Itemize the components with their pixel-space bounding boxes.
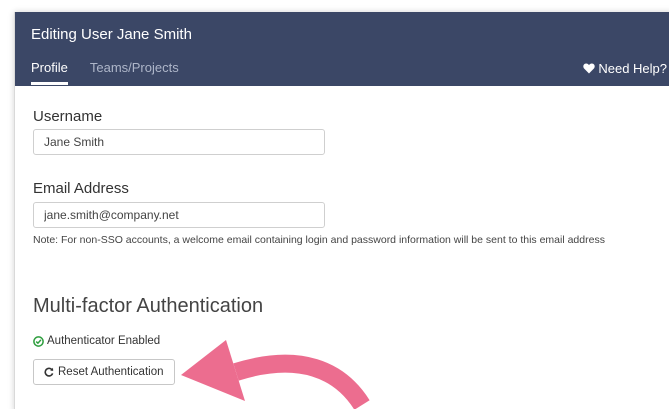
need-help-label: Need Help?: [598, 61, 667, 76]
mfa-status-label: Authenticator Enabled: [47, 335, 161, 347]
screen: Editing User Jane Smith Profile Teams/Pr…: [0, 0, 669, 409]
email-input[interactable]: [33, 202, 325, 228]
page-title: Editing User Jane Smith: [31, 26, 192, 43]
reset-authentication-label: Reset Authentication: [58, 366, 164, 378]
email-label: Email Address: [33, 180, 129, 197]
username-label: Username: [33, 108, 103, 125]
reset-authentication-button[interactable]: Reset Authentication: [33, 359, 175, 385]
panel-header: Editing User Jane Smith Profile Teams/Pr…: [15, 12, 669, 86]
heart-icon: [583, 63, 596, 74]
tab-profile[interactable]: Profile: [31, 60, 68, 85]
need-help-link[interactable]: Need Help?: [583, 61, 667, 76]
email-note: Note: For non-SSO accounts, a welcome em…: [33, 234, 605, 246]
username-input[interactable]: [33, 129, 325, 155]
mfa-section-title: Multi-factor Authentication: [33, 295, 264, 317]
tab-bar: Profile Teams/Projects: [31, 60, 179, 85]
mfa-status: Authenticator Enabled: [33, 335, 160, 347]
tab-teams-projects[interactable]: Teams/Projects: [90, 60, 179, 85]
check-circle-icon: [33, 335, 44, 347]
edit-user-panel: Editing User Jane Smith Profile Teams/Pr…: [14, 12, 669, 409]
refresh-icon: [44, 367, 54, 377]
